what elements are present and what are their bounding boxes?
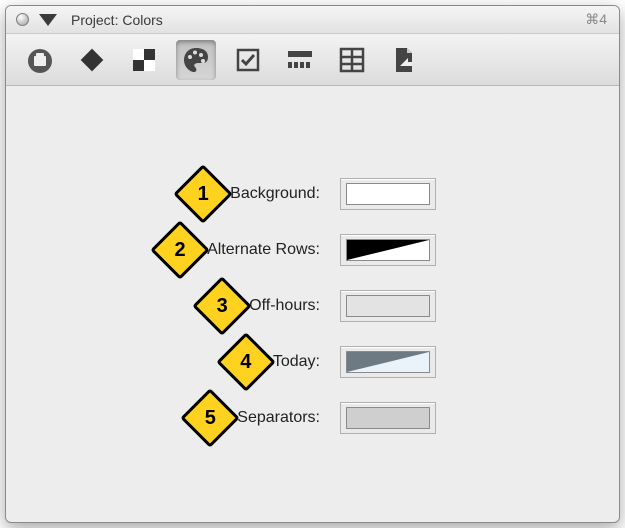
callout-number: 4 — [225, 341, 267, 383]
option-label: Today: — [273, 353, 320, 371]
option-row: 3 Off-hours: — [6, 278, 619, 334]
titlebar[interactable]: Project: Colors ⌘4 — [6, 6, 619, 34]
swatch-preview — [346, 183, 430, 205]
window-title: Project: Colors — [71, 12, 163, 28]
palette-icon — [181, 45, 211, 75]
swatch-preview — [346, 407, 430, 429]
option-label: Separators: — [237, 409, 320, 427]
color-options: 1 Background: 2 Alternate Rows: — [6, 86, 619, 446]
page-arrow-icon — [392, 46, 416, 74]
checkerboard-icon — [131, 47, 157, 73]
tab-table[interactable] — [332, 40, 372, 80]
tab-checkbox[interactable] — [228, 40, 268, 80]
inspector-toolbar — [6, 34, 619, 86]
tab-checkerboard[interactable] — [124, 40, 164, 80]
tab-briefcase[interactable] — [20, 40, 60, 80]
callout-marker: 5 — [189, 397, 231, 439]
swatch-preview — [346, 239, 430, 261]
option-row: 4 Today: — [6, 334, 619, 390]
option-row: 2 Alternate Rows: — [6, 222, 619, 278]
callout-number: 3 — [201, 285, 243, 327]
option-label: Alternate Rows: — [207, 241, 320, 259]
option-label: Background: — [230, 185, 320, 203]
checkbox-icon — [235, 47, 261, 73]
slider-icon — [286, 48, 314, 72]
briefcase-icon — [25, 45, 55, 75]
callout-number: 5 — [189, 397, 231, 439]
table-icon — [339, 47, 365, 73]
callout-number: 2 — [159, 229, 201, 271]
inspector-window: Project: Colors ⌘4 — [5, 5, 620, 523]
close-button[interactable] — [16, 13, 29, 26]
swatch-preview — [346, 295, 430, 317]
swatch-preview — [346, 351, 430, 373]
callout-marker: 2 — [159, 229, 201, 271]
color-well-alternate-rows[interactable] — [340, 234, 436, 266]
option-label: Off-hours: — [249, 297, 320, 315]
callout-marker: 1 — [182, 173, 224, 215]
tab-colors[interactable] — [176, 40, 216, 80]
tab-page-arrow[interactable] — [384, 40, 424, 80]
disclosure-triangle-icon[interactable] — [39, 14, 57, 26]
shortcut-label: ⌘4 — [585, 11, 607, 28]
color-well-background[interactable] — [340, 178, 436, 210]
callout-marker: 4 — [225, 341, 267, 383]
diamond-icon — [78, 46, 106, 74]
tab-slider[interactable] — [280, 40, 320, 80]
color-well-today[interactable] — [340, 346, 436, 378]
option-row: 5 Separators: — [6, 390, 619, 446]
color-well-off-hours[interactable] — [340, 290, 436, 322]
tab-diamond[interactable] — [72, 40, 112, 80]
color-well-separators[interactable] — [340, 402, 436, 434]
callout-number: 1 — [182, 173, 224, 215]
callout-marker: 3 — [201, 285, 243, 327]
option-row: 1 Background: — [6, 166, 619, 222]
